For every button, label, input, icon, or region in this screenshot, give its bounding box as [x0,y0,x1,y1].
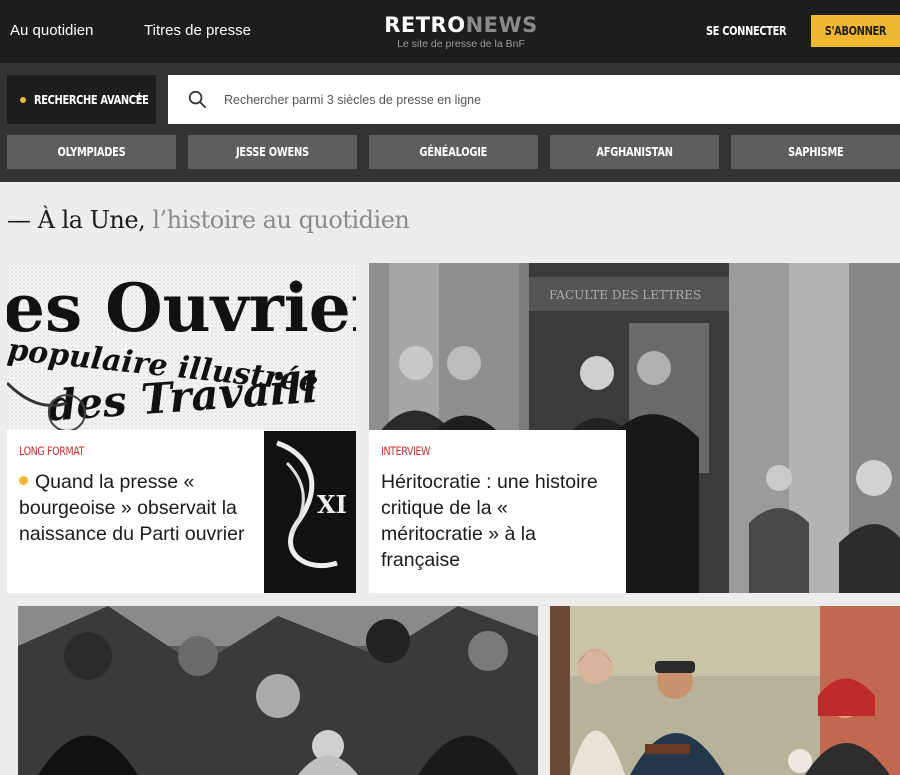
nav-titres-de-presse[interactable]: Titres de presse [144,22,251,39]
card-1-kicker: LONG FORMAT [19,444,85,458]
search-icon[interactable] [188,90,207,109]
painting-image [550,606,900,775]
card-1-title: Quand la presse « bourgeoise » observait… [19,471,245,545]
logo-news: NEWS [465,13,538,37]
tag-label: JESSE OWENS [236,145,309,159]
retronews-logo[interactable]: RETRONEWS Le site de presse de la BnF [381,13,541,50]
logo-retro: RETRO [384,13,466,37]
faculty-sign-text: FACULTE DES LETTRES [549,288,701,302]
svg-text:XI: XI [317,490,347,519]
card-2-kicker: INTERVIEW [381,444,431,458]
tag-genealogie[interactable]: GÉNÉALOGIE [369,135,538,169]
yellow-dot-icon [19,476,28,485]
connect-link[interactable]: SE CONNECTER [706,24,787,38]
tag-jesse-owens[interactable]: JESSE OWENS [188,135,357,169]
nav-au-quotidien[interactable]: Au quotidien [10,22,93,39]
logo-tagline: Le site de presse de la BnF [397,38,525,50]
section-title-sub: l’histoire au quotidien [145,206,410,234]
card-4-image[interactable] [550,606,900,775]
masthead-text-1: es Ouvrier [7,269,356,347]
card-2-text[interactable]: INTERVIEW Héritocratie : une histoire cr… [369,430,626,593]
section-title-main: — À la Une, [7,206,146,234]
tag-label: AFGHANISTAN [596,145,673,159]
card-3-image[interactable] [18,606,538,775]
top-header: Au quotidien Titres de presse RETRONEWS … [0,0,900,63]
card-2-headline[interactable]: Héritocratie : une histoire critique de … [381,469,614,573]
plus-icon: + [134,89,144,106]
crowd-photo-image [18,606,538,775]
tag-label: SAPHISME [787,145,844,159]
subscribe-label: S'ABONNER [824,24,887,38]
section-title: — À la Une, l’histoire au quotidien [7,206,410,234]
search-strip: RECHERCHE AVANCÉE + OLYMPIADES JESSE OWE… [0,63,900,182]
tag-label: OLYMPIADES [57,145,126,159]
tag-saphisme[interactable]: SAPHISME [731,135,900,169]
card-1-text[interactable]: LONG FORMAT Quand la presse « bourgeoise… [7,430,264,593]
subscribe-button[interactable]: S'ABONNER [811,15,900,47]
tag-olympiades[interactable]: OLYMPIADES [7,135,176,169]
advanced-search-label: RECHERCHE AVANCÉE [34,92,149,107]
search-input[interactable] [224,75,884,124]
tag-label: GÉNÉALOGIE [419,145,488,159]
search-box [168,75,900,124]
advanced-search-button[interactable]: RECHERCHE AVANCÉE + [7,75,156,124]
card-1-headline[interactable]: Quand la presse « bourgeoise » observait… [19,469,252,547]
yellow-dot-icon [20,96,26,103]
tag-afghanistan[interactable]: AFGHANISTAN [550,135,719,169]
